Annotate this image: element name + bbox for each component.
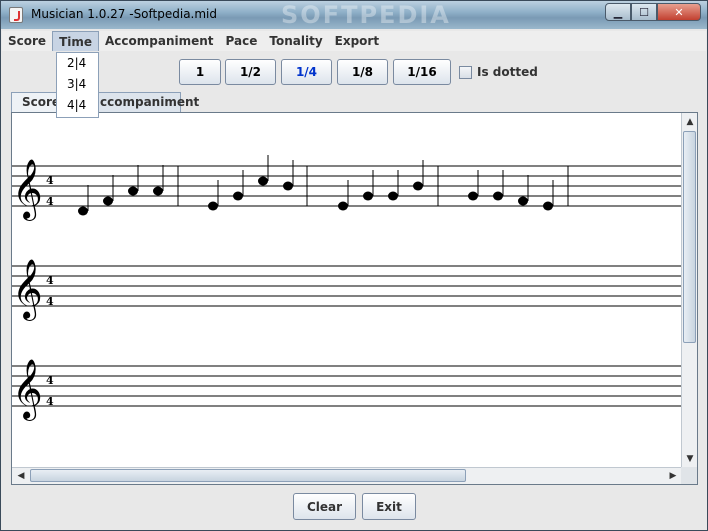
time-signature-top: 4 xyxy=(46,374,54,387)
is-dotted-checkbox[interactable] xyxy=(459,65,472,79)
note-head xyxy=(493,191,503,201)
clear-button[interactable]: Clear xyxy=(293,493,356,520)
treble-clef: 𝄞 xyxy=(12,359,43,421)
java-app-icon xyxy=(9,7,23,23)
vertical-scrollbar[interactable]: ▲ ▼ xyxy=(681,113,697,468)
note-head xyxy=(78,206,88,216)
scroll-left-icon[interactable]: ◀ xyxy=(14,469,28,483)
score-panel: 𝄞 4 4 𝄞 4 4 𝄞 4 4 ▲ ▼ ◀ ▶ xyxy=(11,112,698,485)
window-title: Musician 1.0.27 -Softpedia.mid xyxy=(31,7,217,21)
horizontal-scroll-thumb[interactable] xyxy=(30,469,466,482)
note-head xyxy=(518,196,528,206)
note-head xyxy=(208,201,218,211)
time-signature-bottom: 4 xyxy=(46,195,54,208)
note-head xyxy=(468,191,478,201)
duration-quarter-button[interactable]: 1/4 xyxy=(281,59,332,85)
time-option-3-4[interactable]: 3|4 xyxy=(57,74,98,95)
note-head xyxy=(413,181,423,191)
maximize-button[interactable]: ☐ xyxy=(631,3,657,21)
scroll-up-icon[interactable]: ▲ xyxy=(683,115,697,129)
duration-sixteenth-button[interactable]: 1/16 xyxy=(393,59,451,85)
score-canvas: 𝄞 44𝄞 44𝄞 44 xyxy=(12,155,682,421)
time-signature-top: 4 xyxy=(46,274,54,287)
duration-eighth-button[interactable]: 1/8 xyxy=(337,59,388,85)
time-menu-dropdown: 2|4 3|4 4|4 xyxy=(56,52,99,118)
duration-whole-button[interactable]: 1 xyxy=(179,59,221,85)
note-head xyxy=(103,196,113,206)
menu-score[interactable]: Score xyxy=(2,31,52,51)
note-head xyxy=(258,176,268,186)
note-head xyxy=(283,181,293,191)
scroll-right-icon[interactable]: ▶ xyxy=(666,469,680,483)
watermark: SOFTPEDIA xyxy=(281,1,451,29)
time-option-4-4[interactable]: 4|4 xyxy=(57,95,98,116)
close-button[interactable]: ✕ xyxy=(657,3,701,21)
note-head xyxy=(388,191,398,201)
time-signature-top: 4 xyxy=(46,174,54,187)
horizontal-scrollbar[interactable]: ◀ ▶ xyxy=(12,467,682,484)
scroll-corner xyxy=(681,467,697,484)
time-option-2-4[interactable]: 2|4 xyxy=(57,53,98,74)
menu-accompaniment[interactable]: Accompaniment xyxy=(99,31,220,51)
time-signature-bottom: 4 xyxy=(46,395,54,408)
note-head xyxy=(363,191,373,201)
is-dotted-label: Is dotted xyxy=(477,65,538,79)
treble-clef: 𝄞 xyxy=(12,159,43,221)
minimize-button[interactable]: ▁ xyxy=(605,3,631,21)
treble-clef: 𝄞 xyxy=(12,259,43,321)
maximize-icon: ☐ xyxy=(639,5,649,19)
time-signature-bottom: 4 xyxy=(46,295,54,308)
note-head xyxy=(233,191,243,201)
vertical-scroll-thumb[interactable] xyxy=(683,131,696,343)
menu-bar: Score Time Accompaniment Pace Tonality E… xyxy=(2,31,706,51)
exit-button[interactable]: Exit xyxy=(362,493,416,520)
duration-half-button[interactable]: 1/2 xyxy=(225,59,276,85)
scroll-down-icon[interactable]: ▼ xyxy=(683,452,697,466)
note-head xyxy=(153,186,163,196)
menu-time[interactable]: Time xyxy=(52,31,100,51)
menu-export[interactable]: Export xyxy=(329,31,385,51)
title-bar[interactable]: SOFTPEDIA Musician 1.0.27 -Softpedia.mid… xyxy=(1,1,707,29)
close-icon: ✕ xyxy=(674,5,684,19)
note-head xyxy=(338,201,348,211)
minimize-icon: ▁ xyxy=(613,5,623,19)
app-window: SOFTPEDIA Musician 1.0.27 -Softpedia.mid… xyxy=(0,0,708,531)
note-head xyxy=(128,186,138,196)
menu-tonality[interactable]: Tonality xyxy=(263,31,328,51)
window-controls: ▁ ☐ ✕ xyxy=(605,3,701,21)
is-dotted-toggle[interactable]: Is dotted xyxy=(459,65,538,79)
menu-pace[interactable]: Pace xyxy=(220,31,264,51)
note-head xyxy=(543,201,553,211)
duration-toolbar: 1 1/2 1/4 1/8 1/16 Is dotted xyxy=(1,59,707,87)
